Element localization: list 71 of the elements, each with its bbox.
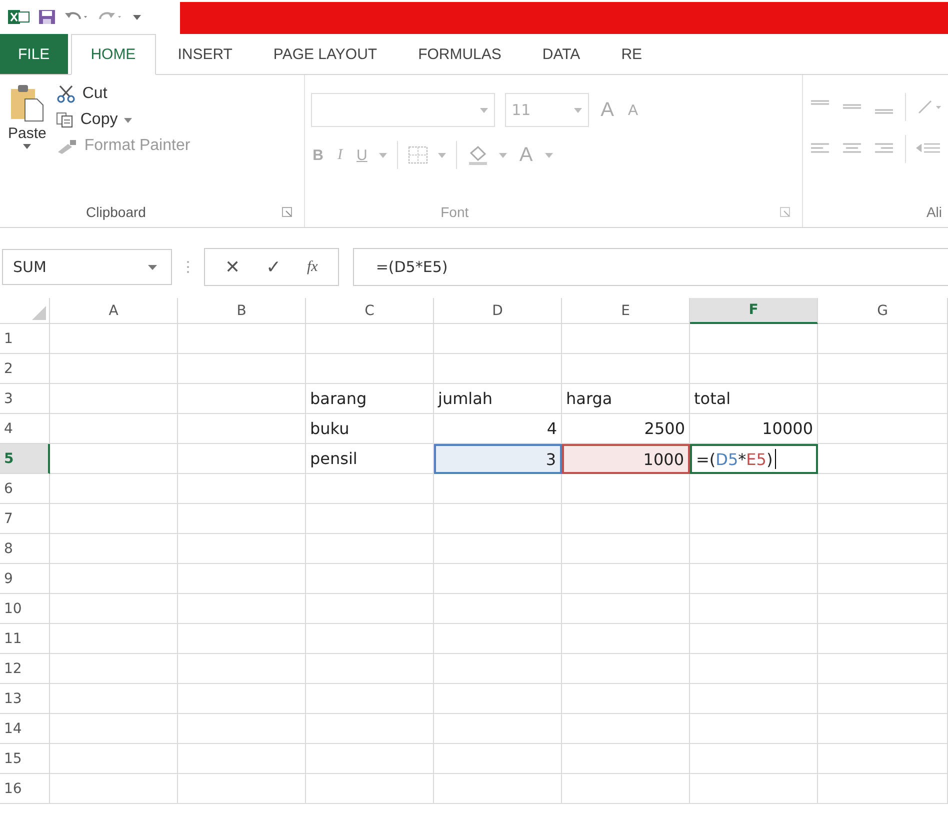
column-header[interactable]: A: [50, 298, 178, 324]
paste-button[interactable]: Paste: [6, 79, 48, 197]
row-header[interactable]: 16: [0, 774, 50, 804]
caret-icon: [499, 152, 508, 158]
row-header[interactable]: 13: [0, 684, 50, 714]
select-all-corner[interactable]: [0, 298, 50, 324]
row-header[interactable]: 5: [0, 444, 50, 474]
table-cell: 1000: [562, 444, 690, 474]
group-label: Font: [440, 204, 469, 220]
borders-icon[interactable]: [408, 146, 428, 164]
row-header[interactable]: 8: [0, 534, 50, 564]
copy-button[interactable]: Copy: [54, 109, 192, 131]
orientation-icon[interactable]: [916, 98, 942, 116]
clipboard-icon: [9, 83, 46, 123]
column-header[interactable]: C: [306, 298, 434, 324]
table-cell: 4: [434, 414, 562, 444]
cancel-button[interactable]: ✕: [219, 256, 246, 278]
font-name-field[interactable]: [310, 93, 495, 127]
caret-icon: [438, 152, 446, 158]
row-header[interactable]: 3: [0, 384, 50, 414]
table-cell: harga: [562, 384, 690, 414]
scissors-icon: [56, 85, 76, 103]
triangle-icon: [32, 306, 46, 320]
caret-icon: [148, 264, 157, 270]
grip-icon: [186, 260, 190, 274]
table-cell: pensil: [306, 444, 434, 474]
row-header[interactable]: 14: [0, 714, 50, 744]
table-cell: 2500: [562, 414, 690, 444]
caret-icon: [379, 152, 388, 158]
name-box[interactable]: SUM: [2, 249, 172, 285]
ribbon-tab[interactable]: HOME: [70, 34, 156, 75]
formula-cell[interactable]: =(D5*E5): [690, 444, 818, 474]
row-header[interactable]: 15: [0, 744, 50, 774]
column-header[interactable]: D: [434, 298, 562, 324]
table-cell: total: [690, 384, 818, 414]
column-header[interactable]: F: [690, 298, 818, 324]
insert-function-button[interactable]: fx: [301, 258, 324, 276]
column-header[interactable]: B: [178, 298, 306, 324]
row-header[interactable]: 7: [0, 504, 50, 534]
table-cell: 3: [434, 444, 562, 474]
table-cell: buku: [306, 414, 434, 444]
row-header[interactable]: 11: [0, 624, 50, 654]
row-header[interactable]: 1: [0, 324, 50, 354]
enter-button[interactable]: ✓: [260, 256, 287, 278]
caret-icon: [544, 152, 553, 158]
excel-logo-icon[interactable]: [8, 9, 30, 25]
table-cell: jumlah: [434, 384, 562, 414]
launcher-icon[interactable]: [780, 207, 790, 217]
brush-icon: [56, 138, 78, 154]
formula-field[interactable]: =(D5*E5): [352, 248, 948, 286]
ribbon-tab[interactable]: FILE: [0, 34, 68, 74]
fill-bucket-icon[interactable]: [467, 145, 490, 165]
group-label: Clipboard: [86, 204, 146, 220]
table-cell: barang: [306, 384, 434, 414]
table-cell: 10000: [690, 414, 818, 444]
launcher-icon[interactable]: [282, 207, 292, 217]
cut-button[interactable]: Cut: [54, 83, 192, 105]
save-icon[interactable]: [38, 9, 56, 25]
row-header[interactable]: 10: [0, 594, 50, 624]
row-header[interactable]: 12: [0, 654, 50, 684]
caret-icon: [124, 118, 132, 122]
group-label: Ali: [926, 204, 942, 220]
column-header[interactable]: G: [818, 298, 948, 324]
caret-icon: [480, 108, 488, 112]
caret-icon: [574, 108, 582, 112]
caret-icon[interactable]: [132, 13, 142, 21]
row-header[interactable]: 2: [0, 354, 50, 384]
row-header[interactable]: 6: [0, 474, 50, 504]
caret-icon: [23, 144, 32, 149]
copy-icon: [56, 112, 74, 128]
row-header[interactable]: 9: [0, 564, 50, 594]
